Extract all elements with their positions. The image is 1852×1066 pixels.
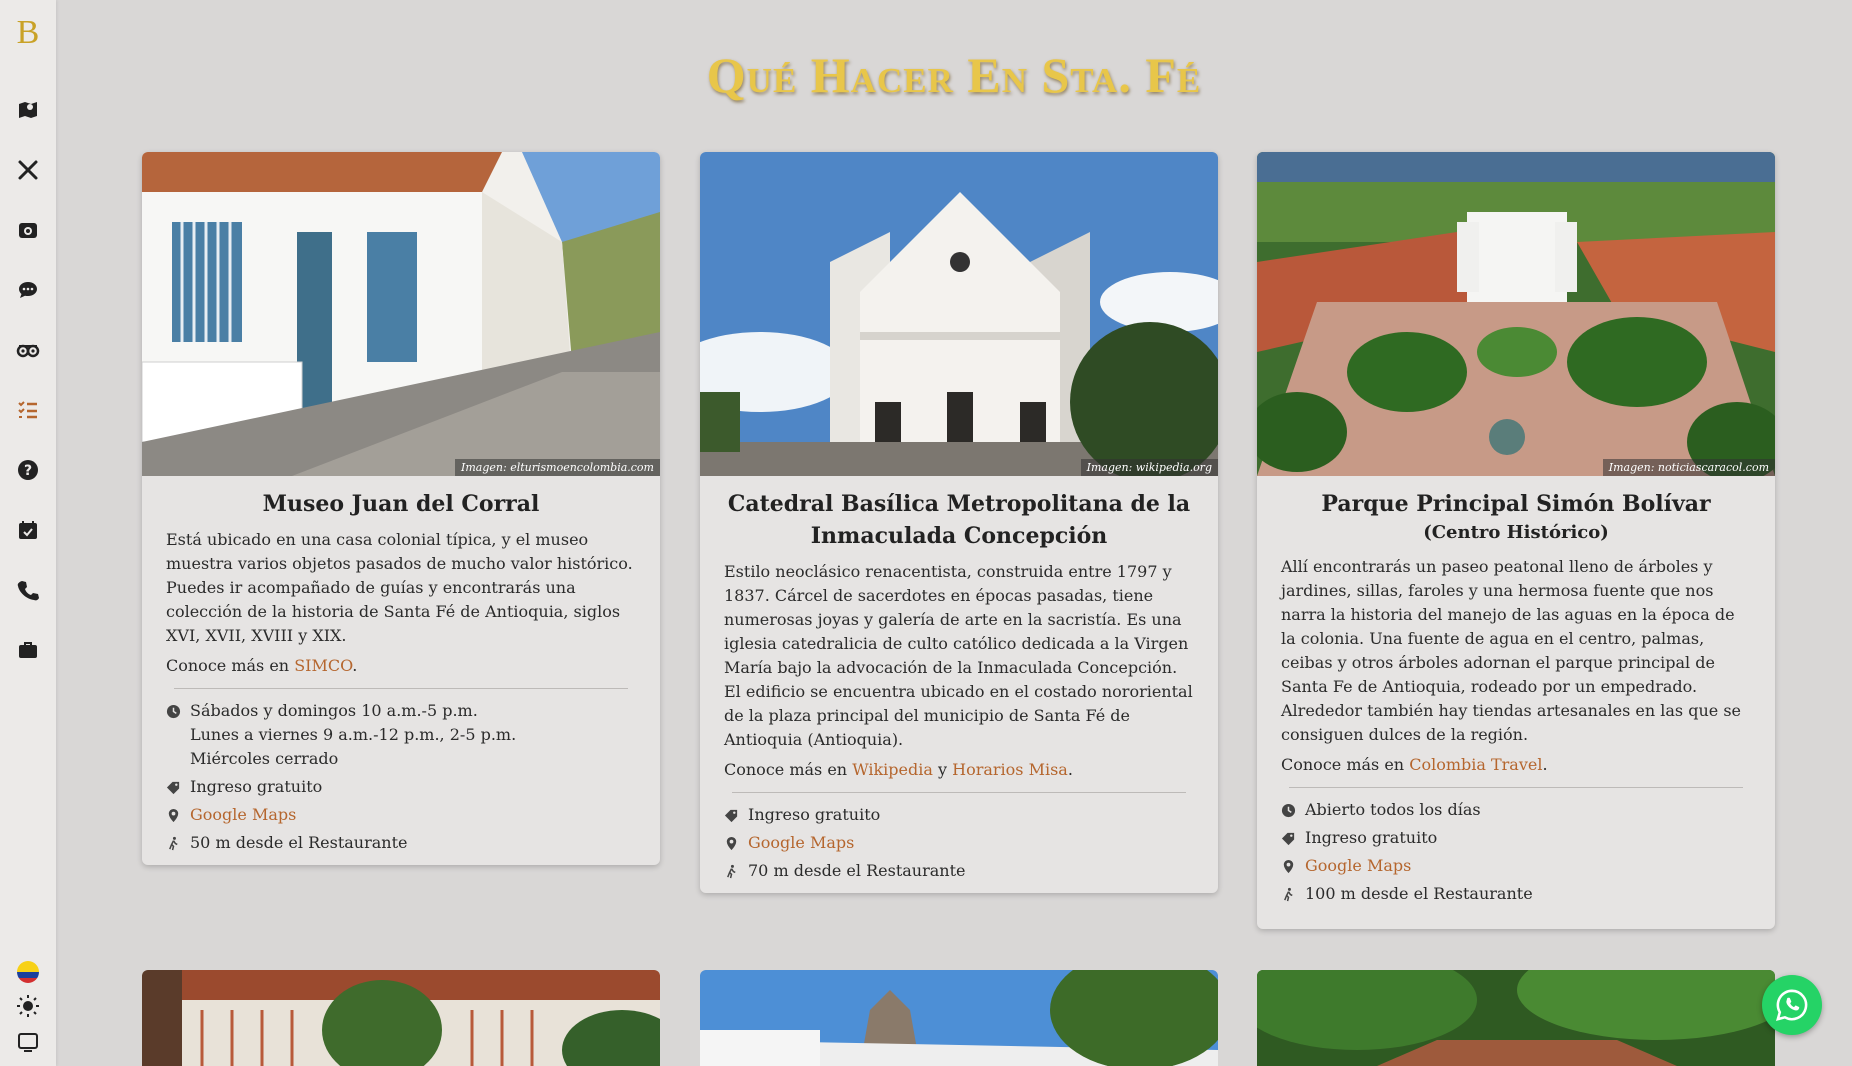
tripadvisor-icon[interactable]	[14, 336, 42, 364]
card-subtitle: (Centro Histórico)	[1423, 522, 1609, 543]
map-row: Google Maps	[1281, 854, 1751, 878]
location-pin-icon	[724, 831, 748, 855]
help-icon[interactable]: ?	[14, 456, 42, 484]
calendar-icon[interactable]	[14, 516, 42, 544]
image-credit: Imagen: wikipedia.org	[1080, 459, 1218, 476]
attraction-card-catedral: Imagen: wikipedia.org Catedral Basílica …	[700, 152, 1218, 893]
utensils-icon[interactable]	[14, 156, 42, 184]
learn-more: Conoce más en Wikipedia y Horarios Misa.	[724, 760, 1073, 779]
sidebar: B ?	[0, 0, 56, 1066]
price-row: Ingreso gratuito	[1281, 826, 1751, 850]
image-credit: Imagen: elturismoencolombia.com	[455, 459, 660, 476]
card-title: Catedral Basílica Metropolitana de la In…	[727, 491, 1191, 549]
card-image-next-3	[1257, 970, 1775, 1066]
map-icon[interactable]	[14, 96, 42, 124]
card-image-museo: Imagen: elturismoencolombia.com	[142, 152, 660, 476]
distance-row: 50 m desde el Restaurante	[166, 831, 636, 855]
walking-icon	[724, 859, 748, 883]
svg-text:?: ?	[24, 463, 32, 479]
google-maps-link[interactable]: Google Maps	[190, 803, 636, 827]
schedule-row: Sábados y domingos 10 a.m.-5 p.m. Lunes a…	[166, 699, 636, 771]
learn-more: Conoce más en Colombia Travel.	[1281, 755, 1548, 774]
card-title: Museo Juan del Corral	[262, 491, 540, 517]
schedule-row: Abierto todos los días	[1281, 798, 1751, 822]
google-maps-link[interactable]: Google Maps	[748, 831, 1194, 855]
location-pin-icon	[166, 803, 190, 827]
link-horarios-misa[interactable]: Horarios Misa	[952, 760, 1068, 779]
price-row: Ingreso gratuito	[724, 803, 1194, 827]
ticket-icon	[1281, 826, 1305, 850]
brand-logo[interactable]: B	[0, 14, 56, 52]
page-title: Qué Hacer En Sta. Fé	[706, 47, 1202, 103]
ticket-icon	[724, 803, 748, 827]
map-row: Google Maps	[724, 831, 1194, 855]
distance-row: 70 m desde el Restaurante	[724, 859, 1194, 883]
clock-icon	[166, 699, 190, 723]
location-pin-icon	[1281, 854, 1305, 878]
link-simco[interactable]: SIMCO	[294, 656, 352, 675]
attraction-card-parque: Imagen: noticiascaracol.com Parque Princ…	[1257, 152, 1775, 929]
divider	[174, 688, 628, 689]
attraction-card-museo: Imagen: elturismoencolombia.com Museo Ju…	[142, 152, 660, 865]
card-image-parque: Imagen: noticiascaracol.com	[1257, 152, 1775, 476]
walking-icon	[166, 831, 190, 855]
google-maps-link[interactable]: Google Maps	[1305, 854, 1751, 878]
card-image-catedral: Imagen: wikipedia.org	[700, 152, 1218, 476]
colombia-flag-icon[interactable]	[14, 958, 42, 986]
link-colombia-travel[interactable]: Colombia Travel	[1409, 755, 1542, 774]
link-wikipedia[interactable]: Wikipedia	[852, 760, 933, 779]
map-row: Google Maps	[166, 803, 636, 827]
sun-icon[interactable]	[14, 992, 42, 1020]
chat-icon[interactable]	[14, 276, 42, 304]
card-image-next-2	[700, 970, 1218, 1066]
whatsapp-icon	[1775, 989, 1808, 1021]
learn-more: Conoce más en SIMCO.	[166, 656, 358, 675]
divider	[1289, 787, 1743, 788]
card-description: Está ubicado en una casa colonial típica…	[166, 530, 633, 645]
card-title: Parque Principal Simón Bolívar	[1321, 491, 1711, 517]
card-description: Allí encontrarás un paseo peatonal lleno…	[1281, 557, 1741, 744]
distance-row: 100 m desde el Restaurante	[1281, 882, 1751, 906]
clock-icon	[1281, 798, 1305, 822]
price-row: Ingreso gratuito	[166, 775, 636, 799]
briefcase-icon[interactable]	[14, 636, 42, 664]
image-credit: Imagen: noticiascaracol.com	[1602, 459, 1775, 476]
checklist-icon[interactable]	[14, 396, 42, 424]
whatsapp-button[interactable]	[1762, 975, 1822, 1035]
card-image-next-1	[142, 970, 660, 1066]
screen-icon[interactable]	[14, 1028, 42, 1056]
walking-icon	[1281, 882, 1305, 906]
card-description: Estilo neoclásico renacentista, construi…	[724, 562, 1193, 749]
camera-icon[interactable]	[14, 216, 42, 244]
divider	[732, 792, 1186, 793]
ticket-icon	[166, 775, 190, 799]
phone-icon[interactable]	[14, 576, 42, 604]
